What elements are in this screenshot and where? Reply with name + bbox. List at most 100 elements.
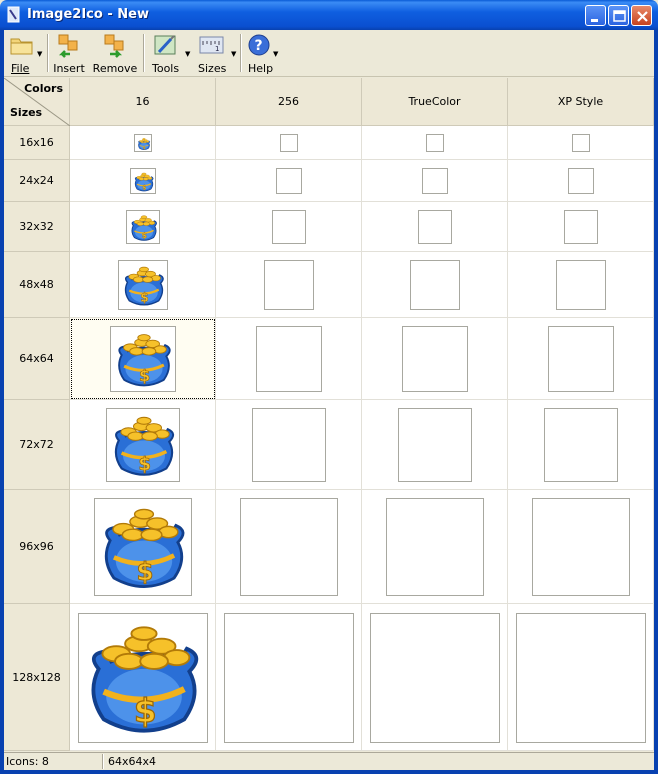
icon-preview-box	[256, 326, 322, 392]
insert-icon	[58, 34, 78, 58]
app-icon	[7, 6, 20, 23]
row-header[interactable]: 64x64	[4, 318, 70, 400]
row-header[interactable]: 48x48	[4, 252, 70, 318]
money-pot-icon: $	[131, 215, 157, 241]
icon-cell[interactable]	[216, 160, 362, 202]
icon-cell[interactable]: $	[70, 604, 216, 751]
column-header[interactable]: 256	[216, 78, 362, 126]
insert-label: Insert	[53, 62, 85, 75]
help-label: Help	[248, 62, 274, 75]
icon-cell[interactable]	[362, 252, 508, 318]
icon-preview-box	[426, 134, 444, 152]
icon-cell[interactable]: $	[70, 160, 216, 202]
icon-cell[interactable]	[216, 318, 362, 400]
folder-icon	[10, 38, 33, 55]
icon-preview-box	[516, 613, 646, 743]
icon-cell[interactable]: $	[70, 400, 216, 490]
icon-cell[interactable]	[508, 490, 654, 604]
remove-button[interactable]: Remove	[92, 32, 138, 75]
row-header[interactable]: 32x32	[4, 202, 70, 252]
close-button[interactable]	[631, 5, 652, 26]
icon-cell[interactable]	[216, 126, 362, 160]
icon-cell[interactable]	[362, 604, 508, 751]
icon-cell[interactable]: $	[70, 490, 216, 604]
svg-text:$: $	[142, 185, 146, 191]
icon-preview-box	[544, 408, 618, 482]
icon-preview-box	[422, 168, 448, 194]
chevron-down-icon: ▼	[185, 50, 191, 58]
toolbar: ▼ File Insert Remove ▼ Tools 1 ▼ Sizes ?…	[4, 30, 654, 77]
insert-button[interactable]: Insert	[50, 32, 88, 75]
minimize-icon	[591, 19, 598, 22]
column-header[interactable]: 16	[70, 78, 216, 126]
toolbar-separator	[240, 34, 242, 72]
money-pot-icon: $	[118, 334, 171, 387]
toolbar-separator	[47, 34, 49, 72]
icon-cell[interactable]	[508, 318, 654, 400]
row-header[interactable]: 16x16	[4, 126, 70, 160]
icon-cell[interactable]: $	[70, 318, 216, 400]
maximize-icon	[613, 10, 626, 22]
icon-preview-box: $	[94, 498, 192, 596]
toolbar-separator	[143, 34, 145, 72]
icon-preview-box	[532, 498, 630, 596]
icon-cell[interactable]	[508, 252, 654, 318]
row-header[interactable]: 72x72	[4, 400, 70, 490]
file-button[interactable]: ▼ File	[6, 32, 46, 75]
icon-preview-box	[276, 168, 302, 194]
icon-cell[interactable]	[508, 202, 654, 252]
icon-cell[interactable]: $	[70, 252, 216, 318]
row-header[interactable]: 24x24	[4, 160, 70, 202]
chevron-down-icon: ▼	[231, 50, 237, 58]
icon-preview-box: $	[130, 168, 156, 194]
title-bar[interactable]: Image2Ico - New	[0, 0, 658, 30]
money-pot-icon: $	[124, 266, 164, 306]
icon-cell[interactable]	[216, 400, 362, 490]
icon-cell[interactable]	[508, 126, 654, 160]
help-icon: ?	[248, 34, 270, 56]
icon-cell[interactable]	[362, 318, 508, 400]
svg-text:1: 1	[215, 45, 219, 53]
icon-cell[interactable]	[362, 400, 508, 490]
icon-cell[interactable]	[362, 160, 508, 202]
icon-preview-box: $	[78, 613, 208, 743]
money-pot-icon: $	[91, 626, 199, 733]
row-header[interactable]: 96x96	[4, 490, 70, 604]
icon-cell[interactable]	[508, 160, 654, 202]
svg-text:$: $	[142, 231, 147, 240]
icon-cell[interactable]	[216, 202, 362, 252]
column-header[interactable]: TrueColor	[362, 78, 508, 126]
icon-cell[interactable]	[508, 604, 654, 751]
icon-cell[interactable]	[216, 490, 362, 604]
window-frame-bottom	[0, 770, 658, 774]
help-button[interactable]: ? ▼ Help	[244, 32, 282, 75]
file-label: File	[11, 62, 30, 75]
icon-cell[interactable]	[508, 400, 654, 490]
icon-preview-box	[418, 210, 452, 244]
minimize-button[interactable]	[585, 5, 606, 26]
icon-cell[interactable]	[216, 604, 362, 751]
icon-cell[interactable]: $	[70, 126, 216, 160]
icon-cell[interactable]	[362, 202, 508, 252]
icon-preview-box	[280, 134, 298, 152]
svg-text:$: $	[140, 291, 148, 305]
sizes-button[interactable]: 1 ▼ Sizes	[194, 32, 238, 75]
icon-preview-box	[264, 260, 314, 310]
icon-grid: Colors Sizes 16 256 TrueColor XP Style 16x16 $2…	[4, 78, 654, 751]
icon-cell[interactable]: $	[70, 202, 216, 252]
money-pot-icon: $	[138, 138, 151, 150]
svg-text:?: ?	[255, 38, 263, 54]
icon-preview-box: $	[118, 260, 168, 310]
money-pot-icon: $	[134, 172, 154, 192]
row-header[interactable]: 128x128	[4, 604, 70, 751]
colors-header-label: Colors	[24, 82, 63, 95]
tools-label: Tools	[152, 62, 180, 75]
column-header[interactable]: XP Style	[508, 78, 654, 126]
icon-cell[interactable]	[362, 490, 508, 604]
sizes-label: Sizes	[198, 62, 227, 75]
icon-cell[interactable]	[216, 252, 362, 318]
icon-preview-box: $	[110, 326, 176, 392]
maximize-button[interactable]	[608, 5, 629, 26]
icon-cell[interactable]	[362, 126, 508, 160]
tools-button[interactable]: ▼ Tools	[148, 32, 192, 75]
